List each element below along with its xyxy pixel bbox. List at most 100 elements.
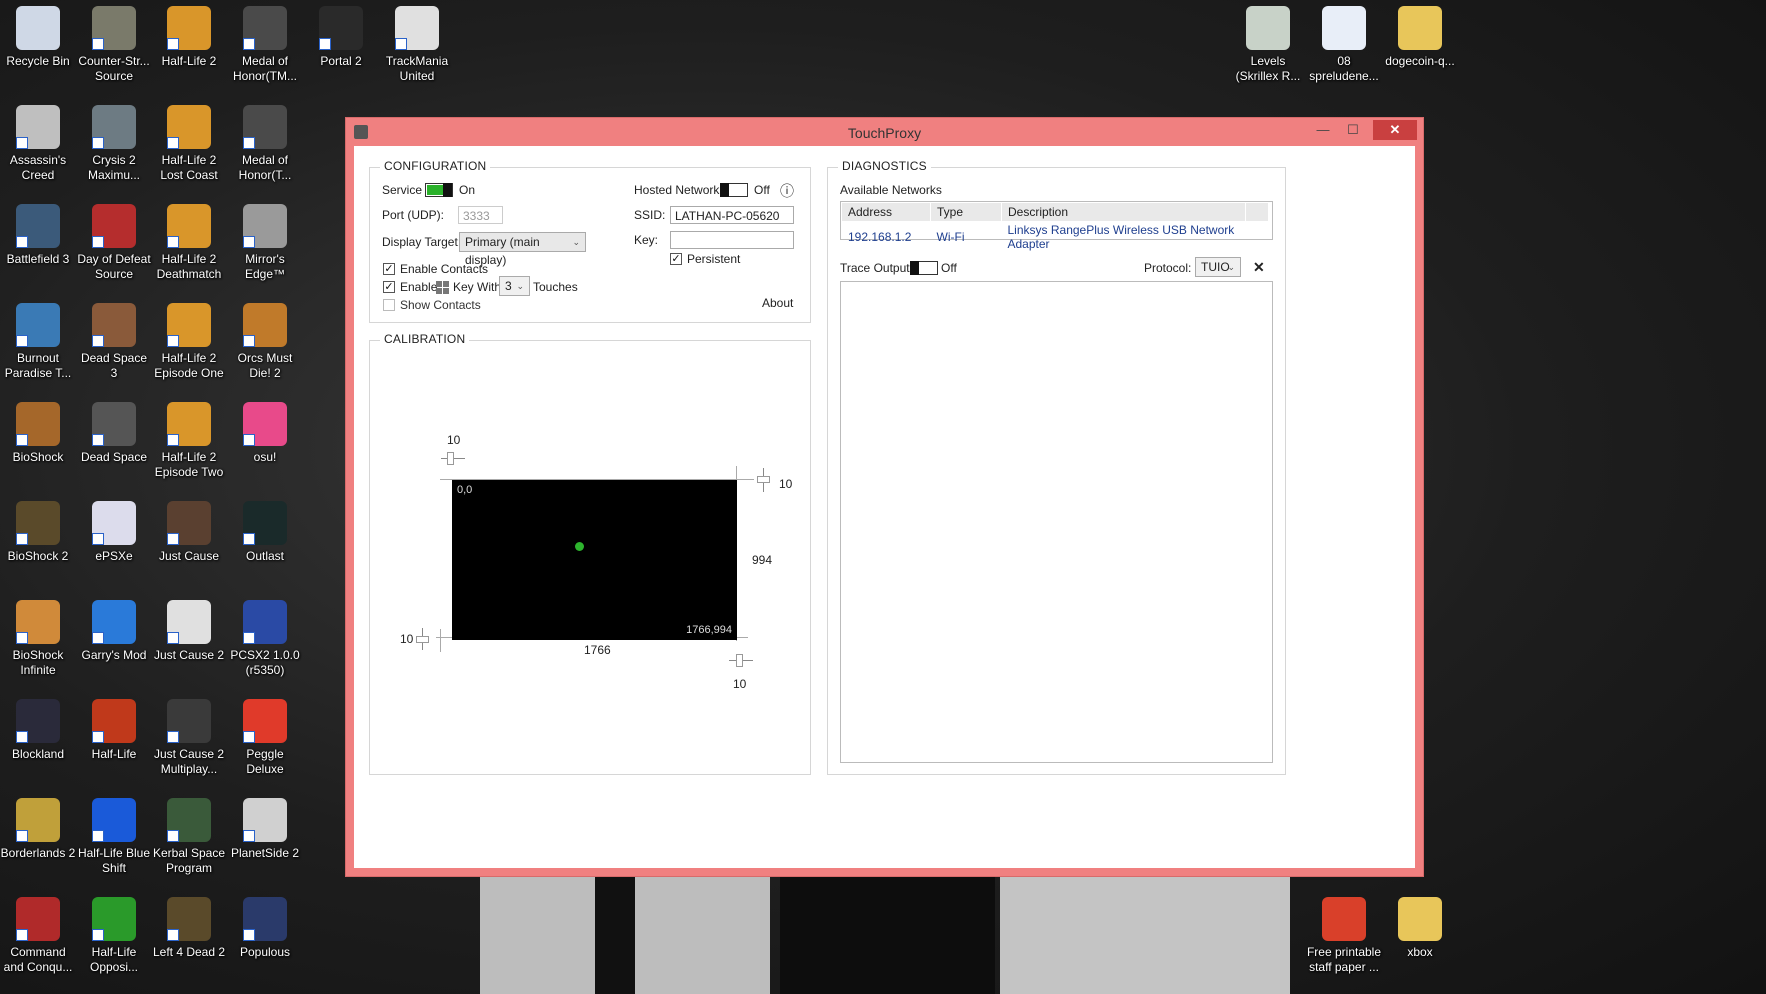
table-row[interactable]: 192.168.1.2 Wi-Fi Linksys RangePlus Wire…: [842, 221, 1269, 253]
desktop-icon-label: TrackMania United: [385, 54, 449, 83]
service-toggle[interactable]: [425, 183, 453, 197]
info-icon[interactable]: ⓘ: [780, 181, 794, 201]
desktop-icon[interactable]: Just Cause 2 Multiplay...: [151, 695, 227, 777]
top-margin-slider[interactable]: [447, 452, 454, 465]
desktop-icon[interactable]: Kerbal Space Program: [151, 794, 227, 876]
desktop-icon-label: Command and Conqu...: [3, 945, 73, 974]
desktop-icon[interactable]: Orcs Must Die! 2: [227, 299, 303, 381]
app-shortcut-icon: [167, 501, 211, 545]
about-link[interactable]: About: [762, 296, 793, 310]
desktop-icon[interactable]: Free printable staff paper ...: [1306, 893, 1382, 975]
touches-select[interactable]: 3 ⌄: [499, 276, 530, 296]
desktop-icon[interactable]: Command and Conqu...: [0, 893, 76, 975]
app-shortcut-icon: [243, 105, 287, 149]
desktop-icon[interactable]: Half-Life 2 Deathmatch: [151, 200, 227, 282]
bottom-margin-slider[interactable]: [736, 654, 743, 667]
desktop-icon[interactable]: Day of Defeat Source: [76, 200, 152, 282]
desktop-icon[interactable]: Just Cause 2: [151, 596, 227, 663]
desktop-icon-label: Free printable staff paper ...: [1306, 945, 1382, 974]
close-button[interactable]: ✕: [1373, 120, 1417, 140]
hosted-network-toggle[interactable]: [720, 183, 748, 197]
desktop-icon-label: BioShock Infinite: [12, 648, 64, 677]
desktop-icon[interactable]: Dead Space: [76, 398, 152, 465]
enable-key-checkbox[interactable]: ✓: [383, 281, 395, 293]
trace-output-toggle[interactable]: [910, 261, 938, 275]
configuration-heading: CONFIGURATION: [380, 159, 491, 173]
desktop-icon[interactable]: Just Cause: [151, 497, 227, 564]
minimize-button[interactable]: —: [1309, 120, 1337, 140]
protocol-select[interactable]: TUIO ⌄: [1195, 257, 1241, 277]
desktop-icon[interactable]: Outlast: [227, 497, 303, 564]
title-bar[interactable]: TouchProxy — ☐ ✕: [346, 118, 1423, 146]
desktop-icon[interactable]: BioShock Infinite: [0, 596, 76, 678]
desktop-icon[interactable]: TrackMania United: [379, 2, 455, 84]
app-shortcut-icon: [16, 204, 60, 248]
app-shortcut-icon: [16, 6, 60, 50]
desktop-icon[interactable]: Portal 2: [303, 2, 379, 69]
desktop-icon[interactable]: Half-Life 2 Episode One: [151, 299, 227, 381]
desktop-icon[interactable]: BioShock 2: [0, 497, 76, 564]
desktop-icon[interactable]: Half-Life: [76, 695, 152, 762]
desktop-icon[interactable]: Peggle Deluxe: [227, 695, 303, 777]
desktop-icon[interactable]: Medal of Honor(T...: [227, 101, 303, 183]
left-margin-slider[interactable]: [416, 636, 429, 643]
app-shortcut-icon: [167, 303, 211, 347]
display-target-select[interactable]: Primary (main display) ⌄: [459, 232, 586, 267]
app-shortcut-icon: [16, 501, 60, 545]
desktop-icon[interactable]: Recycle Bin: [0, 2, 76, 69]
desktop-icon[interactable]: Half-Life 2 Lost Coast: [151, 101, 227, 183]
bottom-margin-label: 10: [733, 677, 747, 691]
desktop-icon[interactable]: Dead Space 3: [76, 299, 152, 381]
clear-trace-icon[interactable]: ✕: [1253, 259, 1265, 276]
desktop-icon[interactable]: Left 4 Dead 2: [151, 893, 227, 960]
desktop-icon[interactable]: PlanetSide 2: [227, 794, 303, 861]
column-header-type[interactable]: Type: [930, 203, 1002, 221]
desktop-icon[interactable]: Populous: [227, 893, 303, 960]
desktop-icon[interactable]: BioShock: [0, 398, 76, 465]
desktop-icon[interactable]: ePSXe: [76, 497, 152, 564]
column-header-address[interactable]: Address: [842, 203, 931, 221]
desktop-icon[interactable]: xbox: [1382, 893, 1458, 960]
desktop-icon[interactable]: Half-Life Blue Shift: [76, 794, 152, 876]
desktop-icon[interactable]: Burnout Paradise T...: [0, 299, 76, 381]
chevron-down-icon: ⌄: [516, 281, 524, 291]
desktop-icon[interactable]: Borderlands 2: [0, 794, 76, 861]
desktop-icon[interactable]: Half-Life Opposi...: [76, 893, 152, 975]
desktop-icon[interactable]: Counter-Str... Source: [76, 2, 152, 84]
persistent-checkbox[interactable]: ✓: [670, 253, 682, 265]
desktop-icon[interactable]: Blockland: [0, 695, 76, 762]
enable-contacts-checkbox[interactable]: ✓: [383, 263, 395, 275]
calibration-area[interactable]: 0,0 1766,994: [452, 480, 737, 640]
app-shortcut-icon: [167, 798, 211, 842]
desktop-icon[interactable]: Battlefield 3: [0, 200, 76, 267]
app-shortcut-icon: [243, 501, 287, 545]
show-contacts-checkbox[interactable]: [383, 299, 395, 311]
desktop-icon[interactable]: dogecoin-q...: [1382, 2, 1458, 69]
service-label: Service: [382, 183, 423, 197]
desktop-icon-label: PCSX2 1.0.0 (r5350): [230, 648, 300, 677]
show-contacts-label: Show Contacts: [400, 298, 481, 312]
desktop-icon[interactable]: Assassin's Creed: [0, 101, 76, 183]
width-label: 1766: [584, 643, 611, 657]
desktop-icon[interactable]: osu!: [227, 398, 303, 465]
app-shortcut-icon: [243, 6, 287, 50]
right-margin-slider[interactable]: [757, 476, 770, 483]
desktop-icon[interactable]: Half-Life 2: [151, 2, 227, 69]
desktop-icon[interactable]: PCSX2 1.0.0 (r5350): [227, 596, 303, 678]
desktop-icon[interactable]: Mirror's Edge™: [227, 200, 303, 282]
port-label: Port (UDP):: [382, 208, 445, 222]
column-header-description[interactable]: Description: [1001, 203, 1246, 221]
ssid-input[interactable]: LATHAN-PC-05620: [670, 206, 794, 224]
desktop-icon[interactable]: Levels (Skrillex R...: [1230, 2, 1306, 84]
desktop-icon-label: Medal of Honor(TM...: [232, 54, 297, 83]
desktop-icon[interactable]: 08 spreludene...: [1306, 2, 1382, 84]
desktop-icon[interactable]: Medal of Honor(TM...: [227, 2, 303, 84]
desktop-icon-label: Outlast: [245, 549, 284, 563]
desktop-icon[interactable]: Crysis 2 Maximu...: [76, 101, 152, 183]
desktop-icon[interactable]: Garry's Mod: [76, 596, 152, 663]
maximize-button[interactable]: ☐: [1339, 120, 1367, 140]
desktop-icon[interactable]: Half-Life 2 Episode Two: [151, 398, 227, 480]
trace-output-area[interactable]: [840, 281, 1273, 763]
key-input[interactable]: [670, 231, 794, 249]
port-input[interactable]: 3333: [458, 206, 503, 224]
